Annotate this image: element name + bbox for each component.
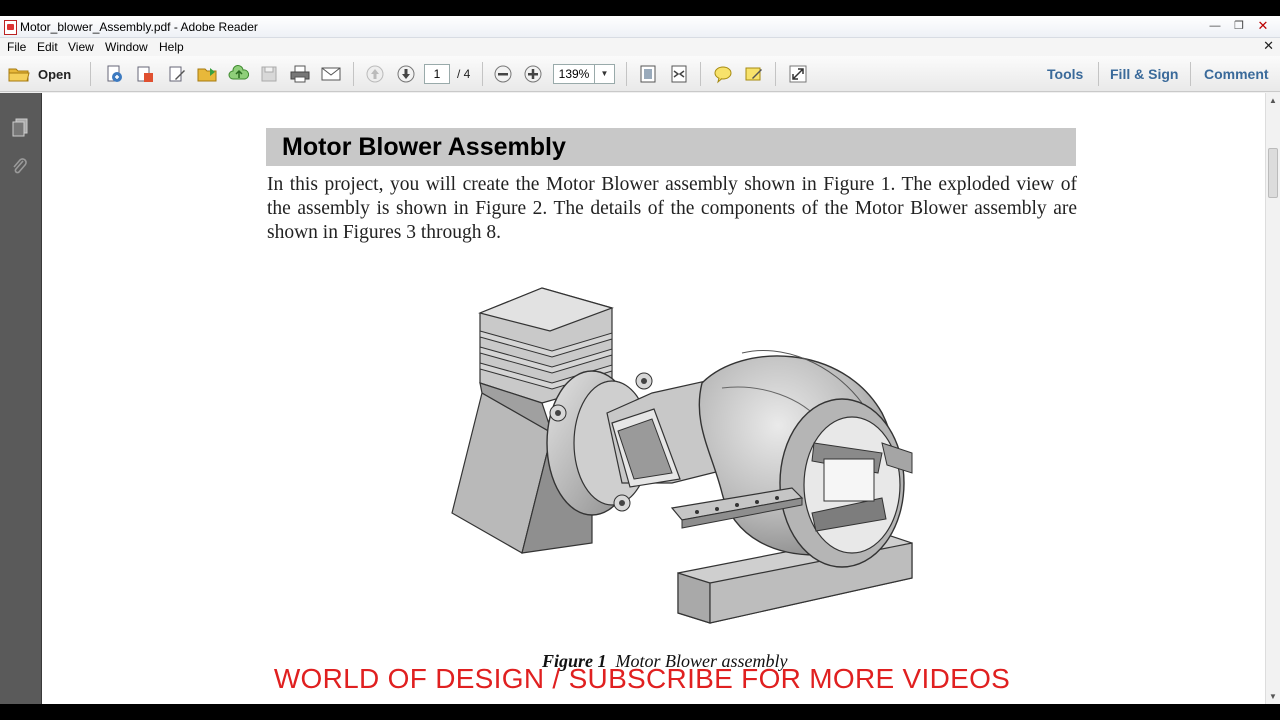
menu-help[interactable]: Help xyxy=(159,40,184,54)
arrow-up-icon xyxy=(366,65,384,83)
scroll-down-arrow-icon[interactable]: ▼ xyxy=(1269,692,1277,701)
cloud-upload-icon xyxy=(228,64,250,80)
menu-view[interactable]: View xyxy=(68,40,94,54)
open-label: Open xyxy=(38,66,72,82)
menu-edit[interactable]: Edit xyxy=(37,40,58,54)
page-thumbnails-button[interactable] xyxy=(10,117,30,139)
create-pdf-icon xyxy=(107,65,122,82)
printer-icon xyxy=(290,65,310,83)
paperclip-icon xyxy=(13,158,27,174)
envelope-icon xyxy=(321,67,341,81)
toolbar-separator xyxy=(1098,62,1099,86)
highlight-text-button[interactable] xyxy=(743,64,765,84)
document-view[interactable]: Motor Blower Assembly In this project, y… xyxy=(42,93,1265,704)
tools-pane-link[interactable]: Tools xyxy=(1047,66,1083,82)
section-heading-band: Motor Blower Assembly xyxy=(266,128,1076,166)
comment-pane-link[interactable]: Comment xyxy=(1204,66,1269,82)
pdf-file-icon xyxy=(4,20,17,35)
save-disk-icon xyxy=(261,66,277,82)
page-thumbnails-icon xyxy=(12,118,28,137)
close-button[interactable]: ✕ xyxy=(1252,18,1274,34)
toolbar-separator xyxy=(700,62,701,86)
edit-pdf-icon xyxy=(169,66,185,82)
export-pdf-icon xyxy=(137,66,153,82)
window-title: Motor_blower_Assembly.pdf - Adobe Reader xyxy=(20,20,258,34)
toolbar-separator xyxy=(353,62,354,86)
motor-blower-figure xyxy=(451,287,913,624)
previous-page-button[interactable] xyxy=(364,64,386,84)
navigation-pane xyxy=(0,93,42,704)
page-number-input[interactable]: 1 xyxy=(424,64,450,84)
restore-button[interactable]: ❐ xyxy=(1228,18,1250,34)
toolbar-separator xyxy=(1190,62,1191,86)
save-button[interactable] xyxy=(258,64,280,84)
share-folder-icon xyxy=(197,68,217,82)
print-button[interactable] xyxy=(289,64,311,84)
zoom-out-button[interactable] xyxy=(492,64,514,84)
plus-circle-icon xyxy=(524,65,542,83)
menu-bar: File Edit View Window Help ✕ xyxy=(0,38,1280,56)
minimize-button[interactable]: — xyxy=(1204,18,1226,34)
fit-width-icon xyxy=(671,65,687,83)
title-bar: Motor_blower_Assembly.pdf - Adobe Reader… xyxy=(0,16,1280,38)
screen-top-band xyxy=(0,0,1280,16)
expand-arrows-icon xyxy=(789,65,807,83)
main-toolbar: Open 1 / 4 139% ▼ Tools Fill & Sign Comm… xyxy=(0,56,1280,92)
export-pdf-button[interactable] xyxy=(134,64,156,84)
add-sticky-note-button[interactable] xyxy=(712,64,734,84)
create-pdf-button[interactable] xyxy=(103,64,125,84)
intro-paragraph: In this project, you will create the Mot… xyxy=(267,174,1077,243)
zoom-level-input[interactable]: 139% xyxy=(553,64,595,84)
zoom-dropdown-chevron-icon[interactable]: ▼ xyxy=(595,64,615,84)
upload-cloud-button[interactable] xyxy=(228,64,250,84)
share-files-button[interactable] xyxy=(197,64,219,84)
fit-page-icon xyxy=(640,65,656,83)
toolbar-separator xyxy=(482,62,483,86)
open-button[interactable]: Open xyxy=(8,63,71,85)
toolbar-separator xyxy=(90,62,91,86)
comment-bubble-icon xyxy=(714,66,732,84)
edit-pdf-button[interactable] xyxy=(166,64,188,84)
toolbar-separator xyxy=(775,62,776,86)
fit-page-button[interactable] xyxy=(637,64,659,84)
page-total-label: / 4 xyxy=(457,67,471,81)
window-controls: — ❐ ✕ xyxy=(1204,18,1274,34)
menu-file[interactable]: File xyxy=(7,40,26,54)
document-close-icon[interactable]: ✕ xyxy=(1263,38,1274,54)
fill-sign-pane-link[interactable]: Fill & Sign xyxy=(1110,66,1178,82)
scroll-up-arrow-icon[interactable]: ▲ xyxy=(1269,96,1277,105)
channel-watermark: WORLD OF DESIGN / SUBSCRIBE FOR MORE VID… xyxy=(273,663,1011,694)
attachments-button[interactable] xyxy=(10,156,30,178)
scrollbar-thumb[interactable] xyxy=(1268,148,1278,198)
menu-window[interactable]: Window xyxy=(105,40,148,54)
folder-icon xyxy=(8,68,30,82)
section-heading: Motor Blower Assembly xyxy=(282,133,566,161)
arrow-down-icon xyxy=(397,65,415,83)
next-page-button[interactable] xyxy=(395,64,417,84)
full-screen-button[interactable] xyxy=(787,64,809,84)
fit-width-button[interactable] xyxy=(668,64,690,84)
screen-bottom-band xyxy=(0,704,1280,720)
highlighter-icon xyxy=(745,67,762,81)
email-button[interactable] xyxy=(320,64,342,84)
minus-circle-icon xyxy=(494,65,512,83)
reader-window: Motor_blower_Assembly.pdf - Adobe Reader… xyxy=(0,16,1280,704)
toolbar-separator xyxy=(626,62,627,86)
zoom-in-button[interactable] xyxy=(522,64,544,84)
vertical-scrollbar[interactable]: ▲ ▼ xyxy=(1265,93,1280,704)
